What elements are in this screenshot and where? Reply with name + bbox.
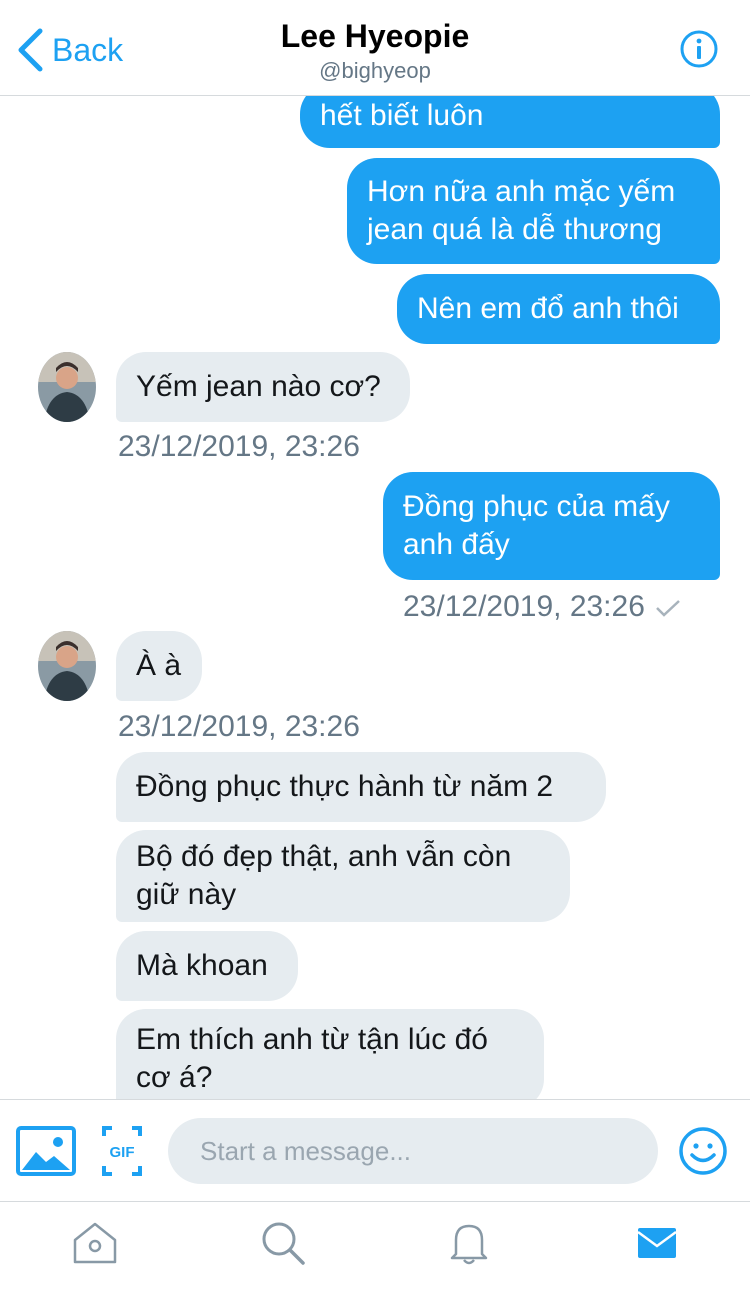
message-text: Em thích anh từ tận lúc đó cơ á? <box>136 1023 488 1094</box>
svg-text:GIF: GIF <box>110 1144 135 1161</box>
avatar[interactable] <box>38 631 96 701</box>
message-bubble-incoming[interactable]: Yếm jean nào cơ? <box>116 352 410 422</box>
contact-name: Lee Hyeopie <box>280 18 470 54</box>
message-bubble-outgoing[interactable]: Đồng phục của mấy anh đấy <box>383 472 720 580</box>
message-bubble-incoming[interactable]: Đồng phục thực hành từ năm 2 <box>116 752 606 822</box>
gif-icon[interactable]: GIF <box>102 1126 142 1176</box>
message-thread[interactable]: hết biết luôn Hơn nữa anh mặc yếm jean q… <box>0 96 750 1099</box>
message-bubble-outgoing[interactable]: Hơn nữa anh mặc yếm jean quá là dễ thươn… <box>347 158 720 264</box>
message-timestamp: 23/12/2019, 23:26 <box>403 590 681 624</box>
message-timestamp: 23/12/2019, 23:26 <box>118 710 360 743</box>
message-text: Đồng phục thực hành từ năm 2 <box>136 770 554 803</box>
avatar-image <box>38 631 96 701</box>
message-text: Đồng phục của mấy anh đấy <box>403 490 670 561</box>
message-bubble-incoming[interactable]: Bộ đó đẹp thật, anh vẫn còn giữ này <box>116 830 570 922</box>
message-timestamp: 23/12/2019, 23:26 <box>118 430 360 463</box>
message-bubble-incoming[interactable]: Em thích anh từ tận lúc đó cơ á? <box>116 1009 544 1099</box>
avatar-image <box>38 352 96 422</box>
message-composer: GIF <box>0 1099 750 1201</box>
emoji-icon[interactable] <box>678 1126 728 1176</box>
search-icon[interactable] <box>260 1220 306 1266</box>
contact-handle: @bighyeop <box>319 58 431 83</box>
message-text: À à <box>136 649 182 682</box>
message-bubble-incoming[interactable]: À à <box>116 631 202 701</box>
bottom-tab-bar <box>0 1201 750 1301</box>
message-text: Nên em đổ anh thôi <box>417 292 679 325</box>
checkmark-icon <box>656 600 680 617</box>
message-text: Yếm jean nào cơ? <box>136 370 381 403</box>
home-icon[interactable] <box>72 1220 118 1266</box>
message-text: Bộ đó đẹp thật, anh vẫn còn giữ này <box>136 840 512 911</box>
message-bubble-outgoing[interactable]: Nên em đổ anh thôi <box>397 274 720 344</box>
message-text: hết biết luôn <box>320 99 484 132</box>
conversation-header: Back Lee Hyeopie @bighyeop <box>0 0 750 96</box>
message-input[interactable] <box>168 1118 658 1184</box>
message-bubble-incoming[interactable]: Mà khoan <box>116 931 298 1001</box>
avatar[interactable] <box>38 352 96 422</box>
image-icon[interactable] <box>16 1126 76 1176</box>
bell-icon[interactable] <box>446 1220 492 1266</box>
message-bubble-outgoing[interactable]: hết biết luôn <box>300 96 720 148</box>
mail-icon[interactable] <box>634 1220 680 1266</box>
message-text: Mà khoan <box>136 949 268 982</box>
message-text: Hơn nữa anh mặc yếm jean quá là dễ thươn… <box>367 175 676 246</box>
info-icon[interactable] <box>680 30 718 68</box>
